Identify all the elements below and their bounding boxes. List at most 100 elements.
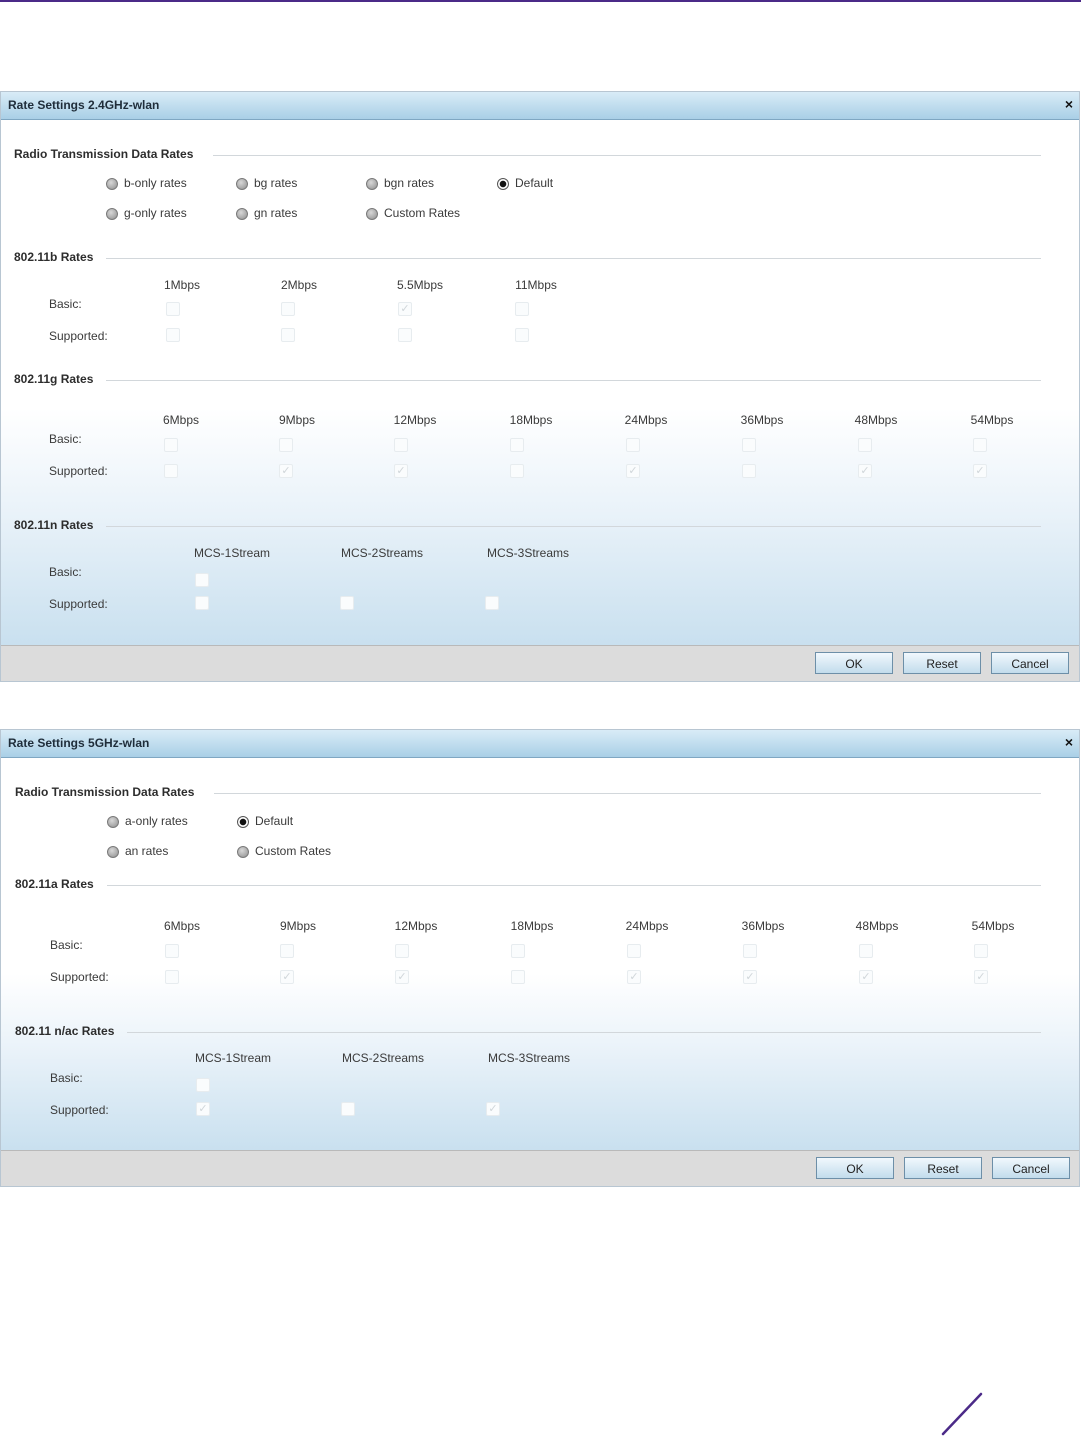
basic-6mbps-checkbox[interactable] (165, 944, 179, 958)
supported-24mbps-checkbox[interactable]: ✓ (626, 464, 640, 478)
radio-transmission-section-title: Radio Transmission Data Rates (14, 147, 194, 161)
radio-g-only-rates[interactable]: g-only rates (106, 206, 187, 220)
basic-18mbps-checkbox[interactable] (510, 438, 524, 452)
column-header: MCS-2Streams (340, 546, 423, 560)
basic-5-5mbps-checkbox[interactable]: ✓ (398, 302, 412, 316)
column-header: 9Mbps (278, 413, 316, 427)
basic-mcs-1stream-checkbox[interactable] (196, 1078, 210, 1092)
radio-button-selected-icon (237, 816, 249, 828)
cancel-button[interactable]: Cancel (992, 1157, 1070, 1179)
radio-gn-rates[interactable]: gn rates (236, 206, 297, 220)
basic-36mbps-checkbox[interactable] (742, 438, 756, 452)
column-header: MCS-3Streams (486, 546, 569, 560)
column-header: 36Mbps (741, 919, 785, 933)
section-divider (214, 793, 1041, 794)
supported-6mbps-checkbox[interactable] (164, 464, 178, 478)
supported-2mbps-checkbox[interactable] (281, 328, 295, 342)
reset-button[interactable]: Reset (903, 652, 981, 674)
radio-an-rates[interactable]: an rates (107, 844, 168, 858)
basic-12mbps-checkbox[interactable] (394, 438, 408, 452)
radio-default[interactable]: Default (497, 176, 553, 190)
supported-6mbps-checkbox[interactable] (165, 970, 179, 984)
basic-2mbps-checkbox[interactable] (281, 302, 295, 316)
dialog-title: Rate Settings 5GHz-wlan (8, 736, 150, 750)
radio-button-icon (106, 178, 118, 190)
basic-54mbps-checkbox[interactable] (973, 438, 987, 452)
supported-48mbps-checkbox[interactable]: ✓ (859, 970, 873, 984)
supported-24mbps-checkbox[interactable]: ✓ (627, 970, 641, 984)
column-header: 1Mbps (163, 278, 201, 292)
basic-24mbps-checkbox[interactable] (627, 944, 641, 958)
column-header: 48Mbps (855, 919, 899, 933)
basic-11mbps-checkbox[interactable] (515, 302, 529, 316)
close-icon[interactable]: × (1065, 97, 1073, 111)
ok-button[interactable]: OK (816, 1157, 894, 1179)
radio-a-only-rates[interactable]: a-only rates (107, 814, 188, 828)
supported-mcs-3streams-checkbox[interactable]: ✓ (486, 1102, 500, 1116)
supported-36mbps-checkbox[interactable] (742, 464, 756, 478)
supported-mcs-2streams-checkbox[interactable] (341, 1102, 355, 1116)
supported-36mbps-checkbox[interactable]: ✓ (743, 970, 757, 984)
basic-54mbps-checkbox[interactable] (974, 944, 988, 958)
supported-9mbps-checkbox[interactable]: ✓ (280, 970, 294, 984)
radio-custom-rates[interactable]: Custom Rates (366, 206, 460, 220)
radio-bgn-rates[interactable]: bgn rates (366, 176, 434, 190)
column-header: 5.5Mbps (396, 278, 444, 292)
cancel-button[interactable]: Cancel (991, 652, 1069, 674)
supported-54mbps-checkbox[interactable]: ✓ (973, 464, 987, 478)
basic-9mbps-checkbox[interactable] (280, 944, 294, 958)
supported-12mbps-checkbox[interactable]: ✓ (395, 970, 409, 984)
radio-button-icon (366, 208, 378, 220)
reset-button[interactable]: Reset (904, 1157, 982, 1179)
supported-48mbps-checkbox[interactable]: ✓ (858, 464, 872, 478)
supported-5-5mbps-checkbox[interactable] (398, 328, 412, 342)
basic-6mbps-checkbox[interactable] (164, 438, 178, 452)
supported-11mbps-checkbox[interactable] (515, 328, 529, 342)
radio-button-icon (366, 178, 378, 190)
basic-18mbps-checkbox[interactable] (511, 944, 525, 958)
radio-button-icon (237, 846, 249, 858)
supported-1mbps-checkbox[interactable] (166, 328, 180, 342)
basic-48mbps-checkbox[interactable] (859, 944, 873, 958)
supported-mcs-1stream-checkbox[interactable]: ✓ (196, 1102, 210, 1116)
supported-18mbps-checkbox[interactable] (510, 464, 524, 478)
basic-row-label: Basic: (49, 297, 82, 311)
supported-mcs-3streams-checkbox[interactable] (485, 596, 499, 610)
supported-mcs-2streams-checkbox[interactable] (340, 596, 354, 610)
supported-mcs-1stream-checkbox[interactable] (195, 596, 209, 610)
radio-button-icon (236, 178, 248, 190)
column-header: 54Mbps (971, 919, 1015, 933)
supported-54mbps-checkbox[interactable]: ✓ (974, 970, 988, 984)
column-header: MCS-3Streams (487, 1051, 570, 1065)
radio-default[interactable]: Default (237, 814, 293, 828)
column-header: 12Mbps (393, 413, 437, 427)
basic-48mbps-checkbox[interactable] (858, 438, 872, 452)
dialog-title: Rate Settings 2.4GHz-wlan (8, 98, 160, 112)
radio-b-only-rates[interactable]: b-only rates (106, 176, 187, 190)
basic-1mbps-checkbox[interactable] (166, 302, 180, 316)
rate-settings-5ghz-dialog: Rate Settings 5GHz-wlan × Radio Transmis… (0, 729, 1080, 1187)
ok-button[interactable]: OK (815, 652, 893, 674)
supported-12mbps-checkbox[interactable]: ✓ (394, 464, 408, 478)
column-header: MCS-2Streams (341, 1051, 424, 1065)
close-icon[interactable]: × (1065, 735, 1073, 749)
basic-36mbps-checkbox[interactable] (743, 944, 757, 958)
supported-9mbps-checkbox[interactable]: ✓ (279, 464, 293, 478)
basic-24mbps-checkbox[interactable] (626, 438, 640, 452)
basic-mcs-1stream-checkbox[interactable] (195, 573, 209, 587)
basic-row-label: Basic: (49, 565, 82, 579)
supported-row-label: Supported: (50, 1103, 109, 1117)
section-divider (106, 380, 1041, 381)
basic-9mbps-checkbox[interactable] (279, 438, 293, 452)
supported-18mbps-checkbox[interactable] (511, 970, 525, 984)
page-top-rule (0, 0, 1081, 2)
radio-bg-rates[interactable]: bg rates (236, 176, 297, 190)
80211n-section-title: 802.11n Rates (14, 518, 94, 532)
basic-row-label: Basic: (50, 1071, 83, 1085)
basic-12mbps-checkbox[interactable] (395, 944, 409, 958)
column-header: 24Mbps (625, 919, 669, 933)
basic-row-label: Basic: (49, 432, 82, 446)
section-divider (107, 885, 1041, 886)
supported-row-label: Supported: (49, 464, 108, 478)
radio-custom-rates[interactable]: Custom Rates (237, 844, 331, 858)
